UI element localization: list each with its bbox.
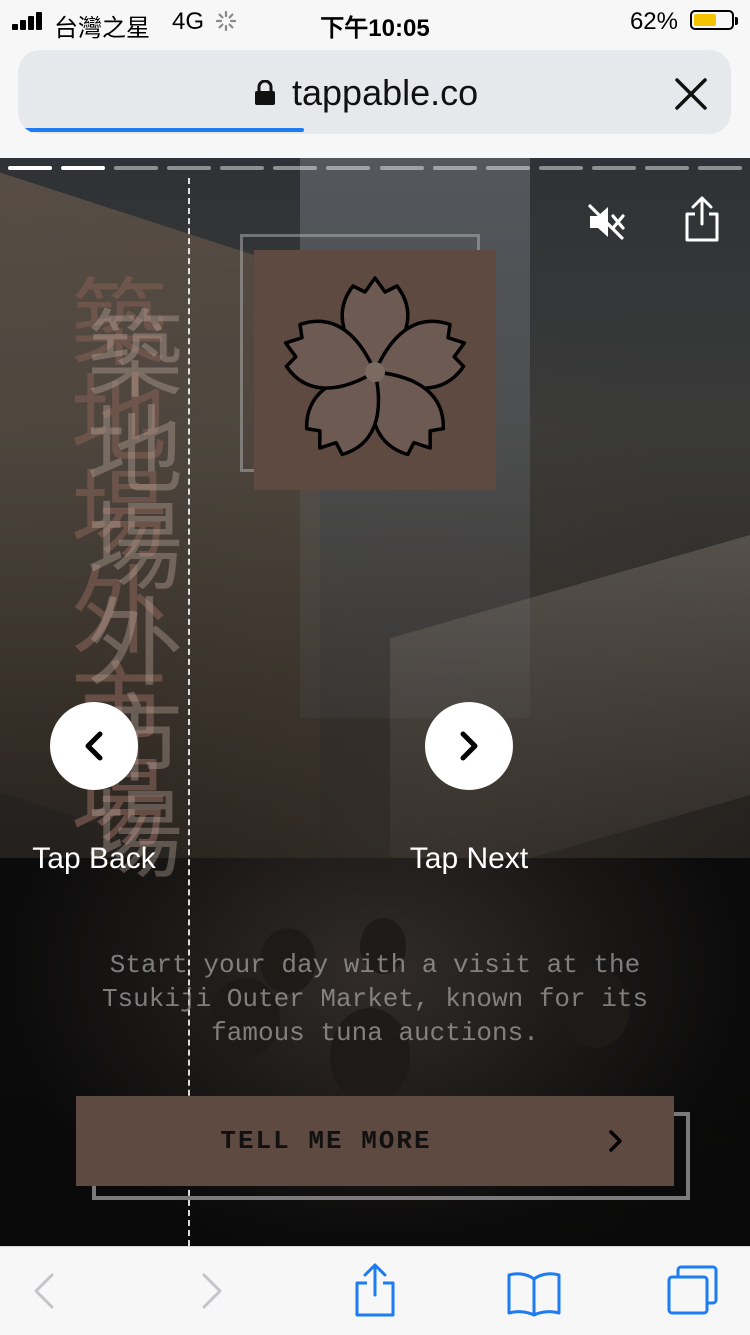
story-progress-segments xyxy=(8,166,742,170)
chevron-left-icon xyxy=(85,731,103,761)
address-bar[interactable]: tappable.co xyxy=(18,50,731,134)
page-load-progress xyxy=(24,128,304,132)
story-progress-segment xyxy=(114,166,159,170)
tell-me-more-button[interactable]: TELL ME MORE xyxy=(76,1096,674,1186)
tap-next-label: Tap Next xyxy=(409,842,529,875)
story-progress-segment xyxy=(485,166,530,170)
mute-icon[interactable] xyxy=(586,202,626,242)
lock-icon xyxy=(255,80,275,105)
story-progress-segment xyxy=(697,166,742,170)
bookmarks-icon[interactable] xyxy=(506,1269,562,1317)
tap-zone-divider xyxy=(188,178,190,1246)
story-progress-segment xyxy=(8,166,53,170)
battery-percent: 62% xyxy=(629,8,678,35)
story-progress-segment xyxy=(379,166,424,170)
battery-level-fill xyxy=(694,14,717,26)
story-progress-segment xyxy=(167,166,212,170)
status-bar: 台灣之星 4G 下午10:05 62% xyxy=(0,0,750,42)
story-progress-segment xyxy=(273,166,318,170)
url-text[interactable]: tappable.co xyxy=(292,72,478,114)
share-icon[interactable] xyxy=(354,1263,396,1317)
story-progress-segment xyxy=(61,166,106,170)
story-caption: Start your day with a visit at the Tsuki… xyxy=(101,950,649,1048)
story-progress-segment xyxy=(220,166,265,170)
story-progress-segment xyxy=(326,166,371,170)
cherry-blossom-icon xyxy=(283,276,467,457)
chevron-right-icon xyxy=(609,1130,622,1152)
close-icon[interactable] xyxy=(673,76,709,112)
story-progress-segment xyxy=(538,166,583,170)
battery-icon xyxy=(690,10,738,30)
story-progress-segment xyxy=(432,166,477,170)
story-progress-segment xyxy=(644,166,689,170)
share-icon[interactable] xyxy=(684,196,720,242)
tap-back-label: Tap Back xyxy=(32,842,156,875)
vertical-title: 築地場外市場 xyxy=(87,300,183,892)
tap-next-button[interactable] xyxy=(425,702,513,790)
tabs-icon[interactable] xyxy=(666,1265,720,1317)
forward-arrow-icon[interactable] xyxy=(198,1269,226,1313)
browser-toolbar xyxy=(0,1246,750,1335)
cta-label: TELL ME MORE xyxy=(220,1126,432,1156)
story-viewer[interactable]: 築地場外市場 築地場外市場 Tap Back Tap xyxy=(0,158,750,1246)
back-arrow-icon[interactable] xyxy=(30,1269,58,1313)
tap-back-button[interactable] xyxy=(50,702,138,790)
chevron-right-icon xyxy=(460,731,478,761)
logo-box xyxy=(254,250,496,490)
story-progress-segment xyxy=(591,166,636,170)
